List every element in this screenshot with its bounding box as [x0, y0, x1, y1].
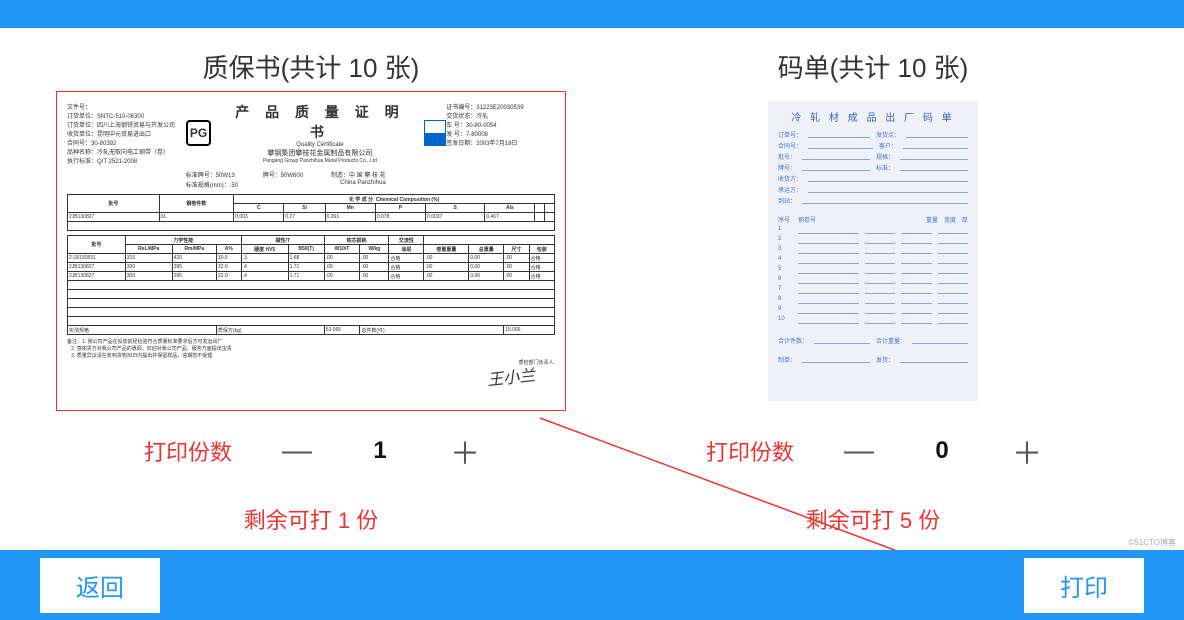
bottom-bar: 返回 打印 — [0, 550, 1184, 620]
scan-title: 冷 轧 材 成 品 出 厂 码 单 — [778, 109, 968, 124]
right-remain: 剩余可打 5 份 — [806, 503, 940, 535]
company-en: Pangang Group Panzhihua Metal Products C… — [221, 158, 418, 164]
qs-mark-icon — [424, 120, 446, 146]
right-stepper-label: 打印份数 — [706, 435, 794, 467]
left-count: 1 — [360, 437, 400, 465]
scan-document: 冷 轧 材 成 品 出 厂 码 单 订单号：发货点： 合同号：客户： 批号：规格… — [768, 101, 978, 401]
right-pane: 码单(共计 10 张) 冷 轧 材 成 品 出 厂 码 单 订单号：发货点： 合… — [603, 38, 1143, 550]
right-stepper: 打印份数 — 0 ＋ — [706, 429, 1040, 473]
right-plus-button[interactable]: ＋ — [1012, 429, 1040, 473]
list-preview[interactable]: 冷 轧 材 成 品 出 厂 码 单 订单号：发货点： 合同号：客户： 批号：规格… — [618, 91, 1128, 411]
company: 攀钢集团攀枝花金属制品有限公司 — [221, 148, 418, 158]
print-button[interactable]: 打印 — [1024, 558, 1144, 613]
right-count: 0 — [922, 437, 962, 465]
doc-title: 产 品 质 量 证 明 书 — [221, 102, 418, 142]
left-plus-button[interactable]: ＋ — [450, 429, 478, 473]
left-remain: 剩余可打 1 份 — [244, 503, 378, 535]
left-minus-button[interactable]: — — [282, 434, 310, 468]
test-table: 批号力学性能磁性/T铁芯损耗交流性 ReL/MPaRm/MPaA%硬度 HV5B… — [67, 235, 555, 335]
chem-table: 批号钢卷件数化 学 成 分 Chemical Composition (%) C… — [67, 194, 555, 231]
left-pane: 质保书(共计 10 张) 文件号： 订货单位：SNTC-510-06300 订货… — [41, 38, 581, 550]
left-title: 质保书(共计 10 张) — [203, 48, 420, 85]
pg-logo-icon: PG — [186, 120, 212, 146]
top-bar — [0, 0, 1184, 28]
watermark: ©51CTO博客 — [1128, 537, 1176, 548]
right-title: 码单(共计 10 张) — [778, 48, 969, 85]
left-stepper-label: 打印份数 — [144, 435, 232, 467]
signature: 王小兰 — [486, 362, 536, 391]
right-minus-button[interactable]: — — [844, 434, 872, 468]
left-stepper: 打印份数 — 1 ＋ — [144, 429, 478, 473]
certificate-preview[interactable]: 文件号： 订货单位：SNTC-510-06300 订货单位：四川上海钢铁贸易与开… — [56, 91, 566, 411]
back-button[interactable]: 返回 — [40, 558, 160, 613]
content-area: 质保书(共计 10 张) 文件号： 订货单位：SNTC-510-06300 订货… — [0, 28, 1184, 550]
